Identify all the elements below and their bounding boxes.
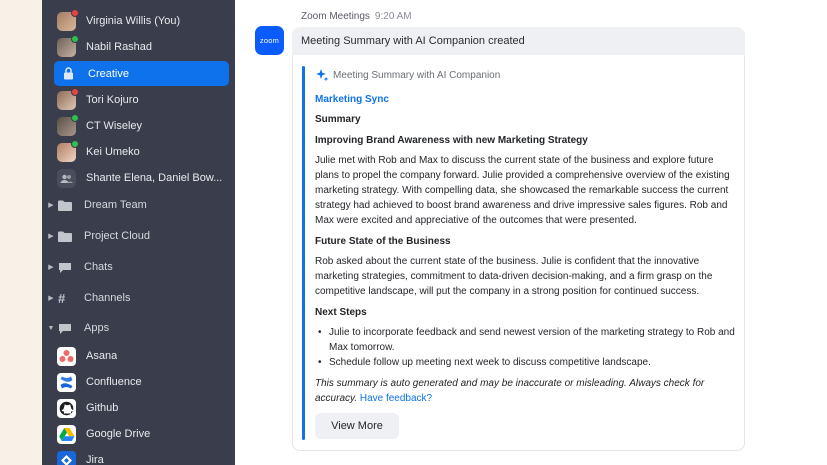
avatar [57,8,79,31]
sidebar-app-github[interactable]: Github [42,395,235,421]
contact-name: Shante Elena, Daniel Bow... [86,172,223,184]
window-background [0,0,42,465]
summary-heading: Summary [315,114,361,125]
sidebar-contact[interactable]: Nabil Rashad [42,34,235,60]
hash-icon: # [58,290,66,306]
chevron-right-icon: ▶ [48,233,54,240]
app-label: Confluence [86,376,142,388]
card-header-text: Meeting Summary with AI Companion [333,69,501,81]
view-more-button[interactable]: View More [315,413,399,439]
contact-name: Nabil Rashad [86,41,153,53]
summary-card: Meeting Summary with AI Companion Market… [292,55,745,451]
disclaimer: This summary is auto generated and may b… [315,376,735,406]
contact-name: Tori Kojuro [86,94,139,106]
section1-body: Julie met with Rob and Max to discuss th… [315,155,730,226]
sidebar-item-label: Creative [88,67,129,80]
card-accent-bar [302,66,305,440]
card-header: Meeting Summary with AI Companion [315,67,735,83]
sidebar: Virginia Willis (You) Nabil Rashad Creat… [42,0,235,465]
folder-icon [58,231,72,242]
app-label: Google Drive [86,428,151,440]
sidebar-section-apps[interactable]: ▼ Apps [42,315,235,341]
sidebar-app-jira[interactable]: Jira [42,447,235,465]
section2-body: Rob asked about the current state of the… [315,256,713,297]
sidebar-app-asana[interactable]: Asana [42,343,235,369]
sidebar-contact[interactable]: CT Wiseley [42,113,235,139]
google-drive-icon [57,424,76,444]
message-meta: Zoom Meetings 9:20 AM [301,11,412,22]
section-label: Project Cloud [84,230,151,242]
sidebar-group-chat[interactable]: Shante Elena, Daniel Bow... [42,165,235,191]
status-dnd-dot [71,8,79,17]
next-steps-title: Next Steps [315,307,367,318]
contact-name: CT Wiseley [86,120,143,132]
chevron-right-icon: ▶ [48,295,54,302]
status-online-dot [71,113,79,122]
status-online-dot [71,34,79,43]
section1-title: Improving Brand Awareness with new Marke… [315,135,588,146]
sidebar-contact[interactable]: Kei Umeko [42,139,235,165]
github-icon [57,398,76,418]
chevron-right-icon: ▶ [48,264,54,271]
confluence-icon [57,372,76,392]
contact-name: Virginia Willis (You) [86,15,181,27]
app-label: Asana [86,350,118,362]
sidebar-section-channels[interactable]: ▶ # Channels [42,285,235,311]
chat-bubble-icon [58,262,72,273]
section-label: Apps [84,322,110,334]
section-label: Chats [84,261,113,273]
jira-icon [57,450,76,465]
sidebar-app-google-drive[interactable]: Google Drive [42,421,235,447]
chevron-right-icon: ▶ [48,202,54,209]
chat-panel: zoom Zoom Meetings 9:20 AM Meeting Summar… [235,0,827,465]
feedback-link[interactable]: Have feedback? [360,393,432,404]
section2-title: Future State of the Business [315,236,451,247]
avatar [57,87,79,110]
group-icon [57,168,76,188]
avatar [57,34,79,57]
ai-sparkle-icon [316,69,329,82]
zoom-bot-avatar: zoom [255,26,284,55]
section-label: Channels [84,292,131,304]
next-step-item: Julie to incorporate feedback and send n… [315,325,735,355]
sidebar-app-confluence[interactable]: Confluence [42,369,235,395]
asana-icon [57,346,76,366]
sidebar-section-dream-team[interactable]: ▶ Dream Team [42,192,235,218]
sidebar-section-project-cloud[interactable]: ▶ Project Cloud [42,223,235,249]
chevron-down-icon: ▼ [47,324,55,332]
contact-name: Kei Umeko [86,146,140,158]
sidebar-contact[interactable]: Tori Kojuro [42,87,235,113]
section-label: Dream Team [84,199,147,211]
sidebar-contact[interactable]: Virginia Willis (You) [42,8,235,34]
message-time: 9:20 AM [374,11,412,22]
status-dnd-dot [71,87,79,96]
lock-icon [59,64,78,83]
avatar [57,139,79,162]
folder-icon [58,200,72,211]
sender-name: Zoom Meetings [301,11,370,22]
status-online-dot [71,139,79,148]
meeting-title: Marketing Sync [315,94,389,105]
avatar [57,113,79,136]
app-label: Github [86,402,119,414]
chat-bubble-icon [58,323,72,334]
message-headline: Meeting Summary with AI Companion create… [292,27,745,55]
app-label: Jira [86,454,104,465]
next-step-item: Schedule follow up meeting next week to … [315,355,735,370]
next-steps-list: Julie to incorporate feedback and send n… [315,325,735,370]
sidebar-section-chats[interactable]: ▶ Chats [42,254,235,280]
sidebar-item-creative[interactable]: Creative [54,61,229,86]
